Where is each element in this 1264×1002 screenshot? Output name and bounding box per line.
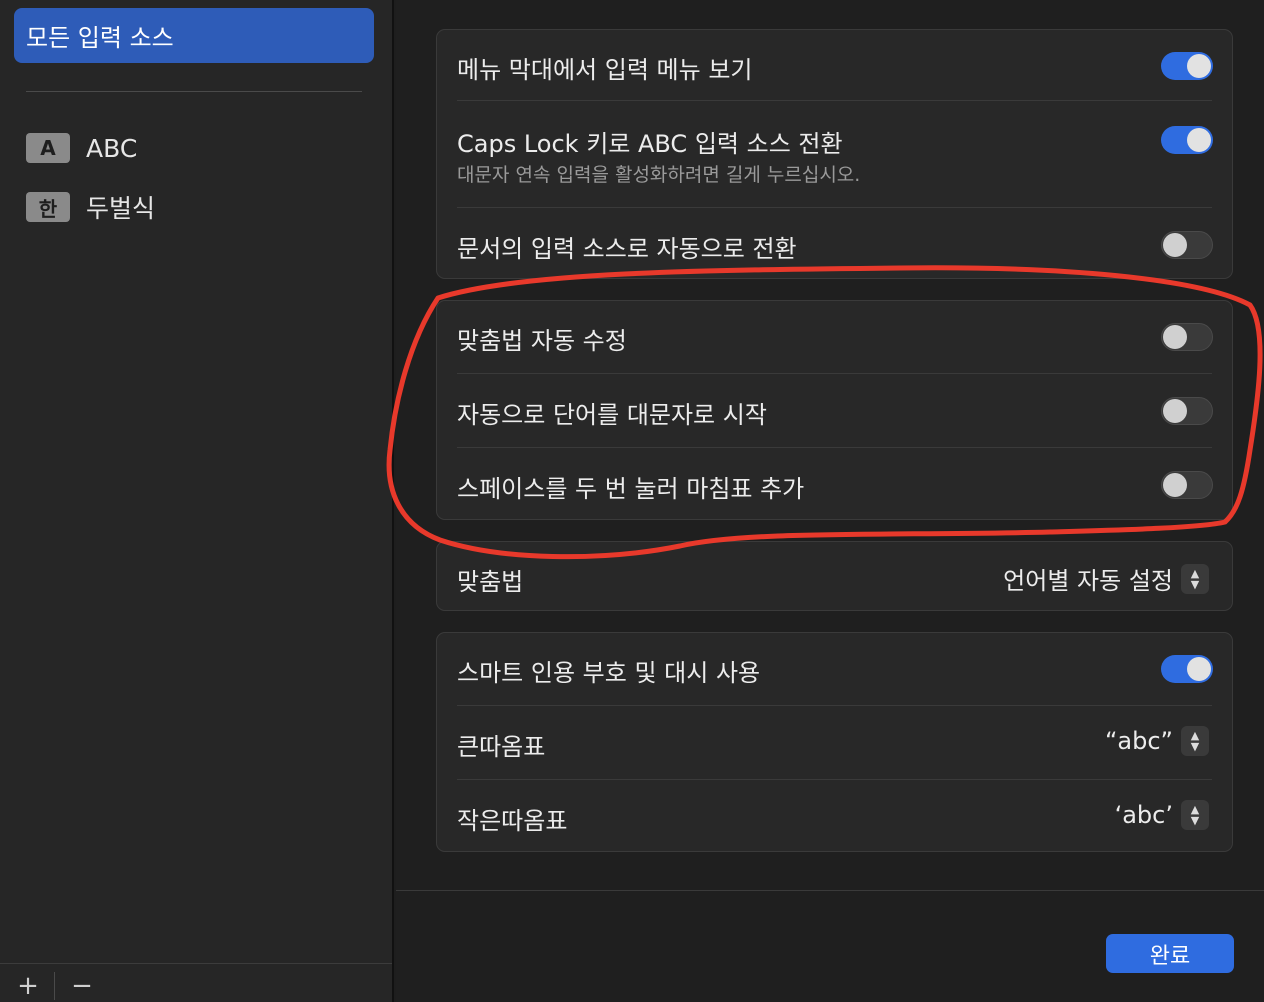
row-divider [457,705,1212,706]
sidebar-item-abc[interactable]: A ABC [26,133,137,163]
sidebar-item-label: ABC [86,133,138,163]
auto-capitalize-toggle[interactable] [1161,397,1213,425]
toggle-knob [1163,399,1187,423]
sidebar-divider [26,91,362,92]
auto-capitalize-label: 자동으로 단어를 대문자로 시작 [457,401,767,429]
toggle-knob [1187,657,1211,681]
toggle-knob [1187,128,1211,152]
toggle-knob [1163,233,1187,257]
done-button[interactable]: 완료 [1106,934,1234,973]
sidebar-item-all-input-sources[interactable]: 모든 입력 소스 [14,8,374,63]
spelling-language-select[interactable]: 언어별 자동 설정 ▲ ▼ [1003,561,1209,596]
row-divider [457,447,1212,448]
settings-pane: 메뉴 막대에서 입력 메뉴 보기 Caps Lock 키로 ABC 입력 소스 … [396,0,1264,1002]
sidebar-item-dubeolsik[interactable]: 한 두벌식 [26,189,155,225]
double-quotes-select[interactable]: “abc” ▲ ▼ [1105,726,1209,756]
double-quotes-value: “abc” [1104,727,1173,755]
toggle-knob [1187,54,1211,78]
single-quotes-value: ‘abc’ [1114,801,1173,829]
double-quotes-label: 큰따옴표 [457,733,546,761]
add-input-source-button[interactable]: + [8,970,48,1002]
auto-switch-document-source-toggle[interactable] [1161,231,1213,259]
spelling-language-value: 언어별 자동 설정 [1003,567,1173,595]
caps-lock-switch-toggle[interactable] [1161,126,1213,154]
remove-input-source-button[interactable]: − [62,970,102,1002]
chevron-up-down-icon: ▲ ▼ [1181,563,1209,594]
sidebar: 모든 입력 소스 A ABC 한 두벌식 + − [0,0,394,1002]
smart-quotes-toggle[interactable] [1161,655,1213,683]
sidebar-button-separator [54,972,55,1000]
settings-group-smart-quotes: 스마트 인용 부호 및 대시 사용 큰따옴표 “abc” ▲ ▼ 작은따옴표 ‘a… [436,632,1233,852]
caps-lock-switch-label: Caps Lock 키로 ABC 입력 소스 전환 [457,130,843,158]
spelling-label: 맞춤법 [457,568,524,596]
single-quotes-select[interactable]: ‘abc’ ▲ ▼ [1115,800,1209,830]
hangul-input-icon: 한 [26,192,70,222]
auto-switch-document-source-label: 문서의 입력 소스로 자동으로 전환 [457,235,797,263]
sidebar-item-label: 모든 입력 소스 [26,24,174,52]
auto-correct-spelling-label: 맞춤법 자동 수정 [457,327,627,355]
settings-group-spelling: 맞춤법 언어별 자동 설정 ▲ ▼ [436,541,1233,611]
chevron-up-down-icon: ▲ ▼ [1181,800,1209,830]
input-sources-settings: 모든 입력 소스 A ABC 한 두벌식 + − 메뉴 막대에서 입력 메뉴 보… [0,0,1264,1002]
abc-input-icon: A [26,133,70,163]
smart-quotes-label: 스마트 인용 부호 및 대시 사용 [457,659,761,687]
caps-lock-switch-description: 대문자 연속 입력을 활성화하려면 길게 누르십시오. [457,164,861,186]
settings-group-auto-correction: 맞춤법 자동 수정 자동으로 단어를 대문자로 시작 스페이스를 두 번 눌러 … [436,300,1233,520]
single-quotes-label: 작은따옴표 [457,807,568,835]
auto-correct-spelling-toggle[interactable] [1161,323,1213,351]
show-input-menu-toggle[interactable] [1161,52,1213,80]
show-input-menu-label: 메뉴 막대에서 입력 메뉴 보기 [457,56,753,84]
row-divider [457,207,1212,208]
row-divider [457,373,1212,374]
footer-divider [396,890,1264,891]
chevron-up-down-icon: ▲ ▼ [1181,726,1209,756]
settings-group-input-menu: 메뉴 막대에서 입력 메뉴 보기 Caps Lock 키로 ABC 입력 소스 … [436,29,1233,279]
toggle-knob [1163,325,1187,349]
double-space-period-toggle[interactable] [1161,471,1213,499]
sidebar-item-label: 두벌식 [86,194,156,223]
double-space-period-label: 스페이스를 두 번 눌러 마침표 추가 [457,475,805,503]
toggle-knob [1163,473,1187,497]
row-divider [457,100,1212,101]
row-divider [457,779,1212,780]
sidebar-footer-divider [0,963,392,964]
